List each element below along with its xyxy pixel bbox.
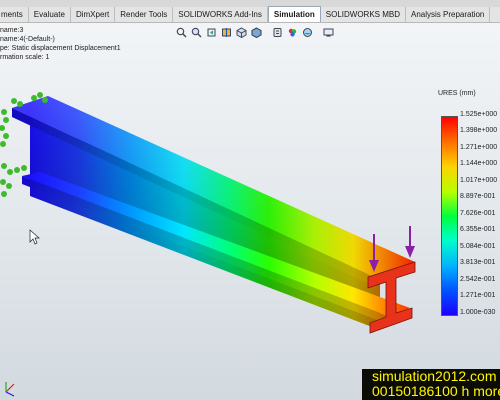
legend-title: URES (mm) [438,90,476,97]
legend-label: 1.017e+000 [460,177,498,184]
legend-label: 6.355e-001 [460,226,496,233]
legend-label: 8.897e-001 [460,193,496,200]
legend-label: 1.525e+000 [460,111,498,118]
coordinate-triad-icon [5,382,15,397]
legend-color-bar [441,116,458,316]
legend-label: 1.271e-001 [460,292,496,299]
legend-label: 3.813e-001 [460,259,496,266]
color-legend: URES (mm) 1.525e+000 1.398e+000 1.271e+0… [410,90,500,330]
legend-label: 1.144e+000 [460,160,498,167]
legend-label: 2.542e-001 [460,276,496,283]
mouse-cursor-icon [29,229,40,245]
legend-label: 5.084e-001 [460,243,496,250]
legend-label: 1.398e+000 [460,127,498,134]
watermark-overlay: simulation2012.com 00150186100 h moreo [362,369,500,400]
legend-label: 7.626e-001 [460,210,496,217]
watermark-line-1: simulation2012.com [372,369,497,384]
legend-label: 1.271e+000 [460,144,498,151]
watermark-line-2: 00150186100 h moreo [372,383,500,399]
legend-label: 1.000e-030 [460,309,496,316]
